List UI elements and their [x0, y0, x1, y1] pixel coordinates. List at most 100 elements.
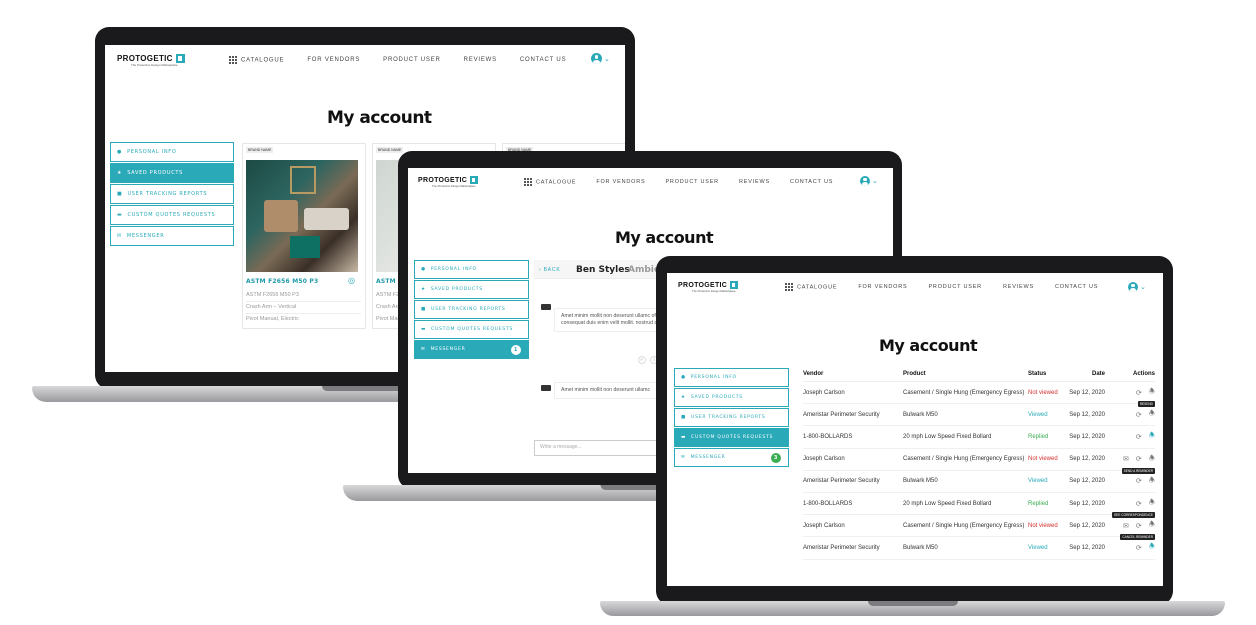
- status-badge: Viewed: [1028, 470, 1068, 493]
- product-cell: Bulwark M50: [903, 470, 1028, 493]
- nav-for-vendors[interactable]: FOR VENDORS: [858, 284, 907, 290]
- menu-custom-quotes-requests[interactable]: ▬ CUSTOM QUOTES REQUESTS: [414, 320, 529, 339]
- table-row: Joseph Carlson Casement / Single Hung (Em…: [803, 448, 1155, 471]
- status-badge: Not viewed: [1028, 448, 1068, 471]
- bell-icon[interactable]: 🕭: [1149, 409, 1155, 420]
- date-cell: Sep 12, 2020: [1068, 381, 1113, 405]
- action-tooltip: CANCEL REMINDER: [1120, 534, 1155, 541]
- menu-label: CUSTOM QUOTES REQUESTS: [691, 435, 774, 440]
- menu-custom-quotes-requests[interactable]: ▬ CUSTOM QUOTES REQUESTS: [674, 428, 789, 447]
- envelope-icon[interactable]: ✉: [1123, 455, 1129, 463]
- action-tooltip: RESEND: [1137, 401, 1155, 408]
- menu-saved-products[interactable]: ★ SAVED PRODUCTS: [414, 280, 529, 299]
- attachment-icon[interactable]: ✓: [638, 356, 646, 364]
- product-cell: Bulwark M50: [903, 403, 1028, 427]
- site-logo[interactable]: PROTOGETIC The Protective Design Marketp…: [418, 176, 479, 188]
- table-header-row: Vendor Product Status Date Actions: [803, 371, 1155, 382]
- chat-icon: ▬: [117, 212, 123, 218]
- report-icon: ■: [117, 191, 123, 197]
- refresh-icon[interactable]: ⟳: [1136, 411, 1142, 419]
- site-logo[interactable]: PROTOGETIC The Protective Design Marketp…: [678, 281, 739, 293]
- logo-tagline: The Protective Design Marketplace: [432, 184, 476, 188]
- refresh-icon[interactable]: ⟳: [1136, 522, 1142, 530]
- star-icon: ★: [421, 287, 426, 292]
- nav-catalogue[interactable]: CATALOGUE: [785, 283, 837, 291]
- vendor-cell: Joseph Carlson: [803, 514, 903, 538]
- mail-icon: ✉: [421, 347, 426, 352]
- user-avatar-icon: [1128, 282, 1138, 292]
- product-spec: ASTM F2656 M50 P3: [246, 292, 299, 298]
- bell-icon[interactable]: 🕭: [1149, 387, 1155, 398]
- menu-messenger[interactable]: ✉ MESSENGER 3: [674, 448, 789, 467]
- vendor-cell: Joseph Carlson: [803, 448, 903, 471]
- table-row: Joseph Carlson Casement / Single Hung (Em…: [803, 381, 1155, 405]
- nav-product-user[interactable]: PRODUCT USER: [383, 57, 441, 63]
- target-icon[interactable]: ◎: [348, 276, 355, 285]
- logo-mark-icon: [470, 176, 479, 184]
- nav-reviews[interactable]: REVIEWS: [739, 179, 770, 185]
- page-title: My account: [879, 336, 978, 355]
- nav-contact-us[interactable]: CONTACT US: [790, 179, 833, 185]
- refresh-icon[interactable]: ⟳: [1136, 433, 1142, 441]
- menu-custom-quotes-requests[interactable]: ▬ CUSTOM QUOTES REQUESTS: [110, 205, 234, 225]
- nav-for-vendors[interactable]: FOR VENDORS: [307, 57, 360, 63]
- bell-icon[interactable]: 🕭: [1149, 476, 1155, 487]
- nav-product-user[interactable]: PRODUCT USER: [928, 284, 982, 290]
- brand-tag: BRAND NAME: [376, 147, 404, 153]
- vendor-cell: 1-800-BOLLARDS: [803, 492, 903, 516]
- nav-reviews[interactable]: REVIEWS: [1003, 284, 1034, 290]
- account-menu: ● PERSONAL INFO ★ SAVED PRODUCTS ■ USER TRA…: [674, 368, 789, 468]
- nav-catalogue[interactable]: CATALOGUE: [524, 178, 576, 186]
- refresh-icon[interactable]: ⟳: [1136, 455, 1142, 463]
- product-image: [246, 160, 358, 272]
- chevron-down-icon: ⌄: [872, 178, 878, 185]
- menu-personal-info[interactable]: ● PERSONAL INFO: [110, 142, 234, 162]
- nav-contact-us[interactable]: CONTACT US: [1055, 284, 1098, 290]
- vendor-cell: 1-800-BOLLARDS: [803, 425, 903, 449]
- menu-user-tracking-reports[interactable]: ■ USER TRACKING REPORTS: [414, 300, 529, 319]
- refresh-icon[interactable]: ⟳: [1136, 389, 1142, 397]
- back-link[interactable]: ‹ BACK: [539, 267, 560, 273]
- nav-product-user[interactable]: PRODUCT USER: [665, 179, 719, 185]
- col-product[interactable]: Product: [903, 371, 1028, 382]
- nav-catalogue[interactable]: CATALOGUE: [229, 56, 284, 64]
- nav-for-vendors[interactable]: FOR VENDORS: [596, 179, 645, 185]
- quotes-table: Vendor Product Status Date Actions Josep…: [803, 371, 1155, 560]
- status-badge: Replied: [1028, 425, 1068, 449]
- product-card[interactable]: BRAND NAME ASTM F2656 M50 P3 ◎ ASTM F265…: [242, 143, 366, 329]
- user-account-menu[interactable]: ⌄: [591, 53, 610, 64]
- report-icon: ■: [421, 307, 427, 312]
- menu-user-tracking-reports[interactable]: ■ USER TRACKING REPORTS: [110, 184, 234, 204]
- user-account-menu[interactable]: ⌄: [860, 176, 878, 186]
- bell-icon[interactable]: 🕭: [1149, 498, 1155, 509]
- menu-saved-products[interactable]: ★ SAVED PRODUCTS: [110, 163, 234, 183]
- refresh-icon[interactable]: ⟳: [1136, 500, 1142, 508]
- menu-label: MESSENGER: [430, 347, 466, 352]
- status-badge: Viewed: [1028, 536, 1068, 560]
- bell-icon[interactable]: 🕭: [1149, 542, 1155, 553]
- col-vendor[interactable]: Vendor: [803, 371, 903, 382]
- bell-icon[interactable]: 🕭: [1149, 454, 1155, 465]
- col-status[interactable]: Status: [1028, 371, 1068, 382]
- menu-messenger[interactable]: ✉ MESSENGER 1: [414, 340, 529, 359]
- menu-messenger[interactable]: ✉ MESSENGER: [110, 226, 234, 246]
- bell-icon[interactable]: 🕭: [1149, 431, 1155, 442]
- menu-user-tracking-reports[interactable]: ■ USER TRACKING REPORTS: [674, 408, 789, 427]
- product-name[interactable]: ASTM F2656 M50 P3: [246, 278, 318, 285]
- menu-label: SAVED PRODUCTS: [127, 170, 184, 176]
- menu-saved-products[interactable]: ★ SAVED PRODUCTS: [674, 388, 789, 407]
- menu-personal-info[interactable]: ● PERSONAL INFO: [674, 368, 789, 387]
- star-icon: ★: [117, 170, 123, 176]
- refresh-icon[interactable]: ⟳: [1136, 544, 1142, 552]
- menu-personal-info[interactable]: ● PERSONAL INFO: [414, 260, 529, 279]
- bell-icon[interactable]: 🕭: [1149, 520, 1155, 531]
- refresh-icon[interactable]: ⟳: [1136, 477, 1142, 485]
- user-account-menu[interactable]: ⌄: [1128, 282, 1146, 292]
- nav-contact-us[interactable]: CONTACT US: [520, 57, 566, 63]
- contact-name: Ben Styles: [576, 265, 630, 275]
- col-actions: Actions: [1113, 371, 1155, 382]
- envelope-icon[interactable]: ✉: [1123, 522, 1129, 530]
- col-date[interactable]: Date: [1068, 371, 1113, 382]
- site-logo[interactable]: PROTOGETIC The Protective Design Marketp…: [117, 53, 185, 67]
- nav-reviews[interactable]: REVIEWS: [464, 57, 497, 63]
